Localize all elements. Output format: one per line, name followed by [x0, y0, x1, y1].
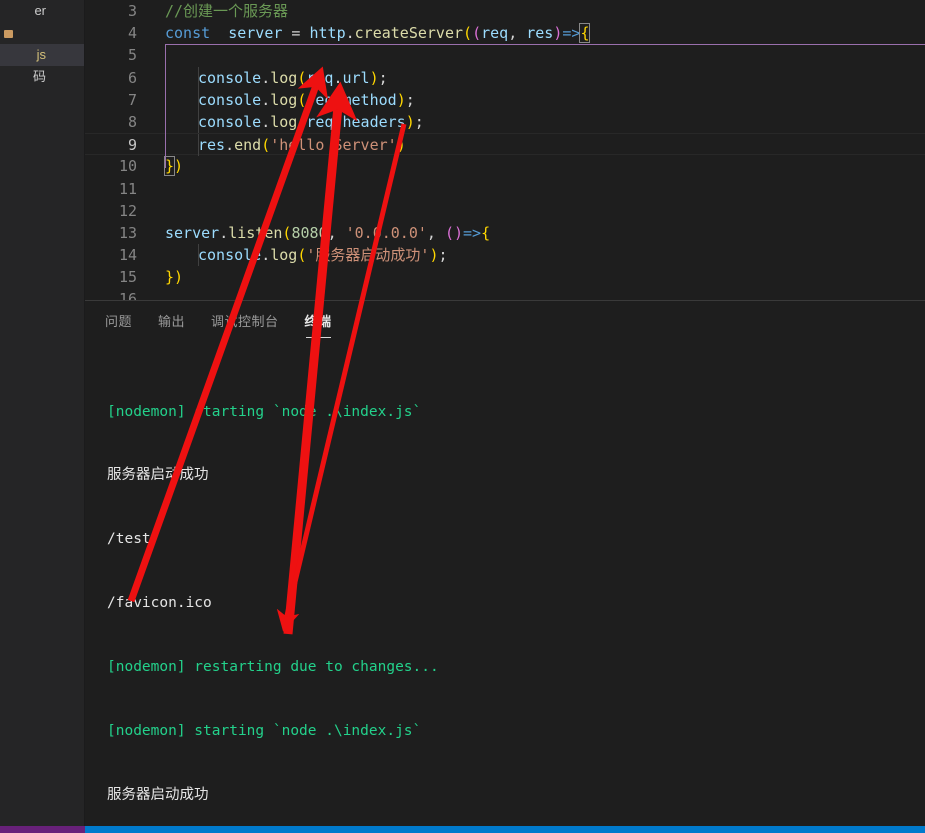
scope-bracket-top — [165, 44, 925, 45]
code-line: 8 console.log(req.headers); — [85, 110, 925, 134]
tab-problems[interactable]: 问题 — [105, 305, 132, 338]
status-bar-remote-indicator[interactable] — [0, 826, 85, 833]
code-editor[interactable]: 3 //创建一个服务器 4 const server = http.create… — [85, 0, 925, 300]
code-line: 12 — [85, 200, 925, 222]
line-number: 8 — [127, 112, 137, 131]
sidebar-item-1[interactable] — [0, 22, 84, 44]
folder-icon — [4, 30, 13, 38]
line-number: 16 — [118, 290, 137, 300]
line-number: 9 — [127, 136, 137, 155]
sidebar-item-label: er — [34, 3, 46, 18]
code-line: 11 — [85, 178, 925, 200]
sidebar-item-0[interactable]: er — [0, 0, 84, 22]
bottom-panel: 问题 输出 调试控制台 终端 [nodemon] starting `node … — [85, 300, 925, 826]
terminal-line: 服务器启动成功 — [107, 786, 209, 803]
code-token-comment: //创建一个服务器 — [165, 2, 289, 20]
code-token-group: console.log(req.method); — [198, 90, 415, 109]
line-number: 15 — [118, 268, 137, 287]
terminal-line: [nodemon] starting `node .\index.js` — [107, 403, 422, 420]
status-bar[interactable] — [0, 826, 925, 833]
line-number: 14 — [118, 246, 137, 265]
line-number: 4 — [127, 24, 137, 43]
code-line-active: 9 res.end('hello Server') — [85, 133, 925, 157]
code-line: 14 console.log('服务器启动成功'); — [85, 244, 925, 267]
line-number: 6 — [127, 68, 137, 87]
terminal-line: [nodemon] starting `node .\index.js` — [107, 723, 422, 740]
code-token-group: console.log(req.url); — [198, 68, 388, 87]
code-token-group: console.log('服务器启动成功'); — [198, 246, 448, 265]
line-number: 3 — [127, 2, 137, 20]
code-token-group: server.listen(8080, '0.0.0.0', ()=>{ — [165, 223, 491, 242]
code-line: 5 — [85, 44, 925, 66]
code-token-group: console.log(req.headers); — [198, 112, 424, 131]
terminal-line: /favicon.ico — [107, 595, 212, 612]
tab-debug-console[interactable]: 调试控制台 — [211, 305, 279, 338]
code-line: 7 console.log(req.method); — [85, 88, 925, 111]
line-number: 5 — [127, 46, 137, 65]
line-number: 13 — [118, 223, 137, 242]
terminal-line: /test — [107, 531, 151, 548]
code-line: 3 //创建一个服务器 — [85, 0, 925, 22]
code-token-group: res.end('hello Server') — [198, 136, 406, 155]
terminal-output[interactable]: [nodemon] starting `node .\index.js` 服务器… — [85, 349, 925, 826]
line-number: 11 — [118, 179, 137, 198]
sidebar-item-label: 码 — [32, 69, 46, 84]
code-line: 13 server.listen(8080, '0.0.0.0', ()=>{ — [85, 222, 925, 244]
code-line: 15 }) — [85, 266, 925, 288]
sidebar-item-3[interactable]: 码 — [0, 66, 84, 88]
sidebar-item-label: js — [36, 47, 46, 62]
code-token-group: }) — [163, 156, 184, 177]
code-line: 4 const server = http.createServer((req,… — [85, 22, 925, 44]
tab-output[interactable]: 输出 — [158, 305, 185, 338]
explorer-sidebar: er js 码 — [0, 0, 85, 826]
panel-tab-bar: 问题 输出 调试控制台 终端 — [85, 301, 925, 341]
code-line: 6 console.log(req.url); — [85, 66, 925, 89]
line-number: 12 — [118, 201, 137, 220]
scope-bracket-guide — [165, 44, 166, 168]
code-line: 16 — [85, 288, 925, 300]
tab-terminal[interactable]: 终端 — [305, 305, 332, 338]
code-token-group: const server = http.createServer((req, r… — [165, 23, 591, 44]
sidebar-item-indexjs[interactable]: js — [0, 44, 84, 66]
terminal-line: [nodemon] restarting due to changes... — [107, 659, 439, 676]
line-number: 7 — [127, 90, 137, 109]
terminal-line: 服务器启动成功 — [107, 467, 209, 484]
code-token-group: }) — [165, 268, 184, 287]
line-number: 10 — [118, 157, 137, 176]
vscode-window: er js 码 3 //创建一个服务器 4 const server = htt… — [0, 0, 925, 833]
code-line: 10 }) — [85, 155, 925, 177]
